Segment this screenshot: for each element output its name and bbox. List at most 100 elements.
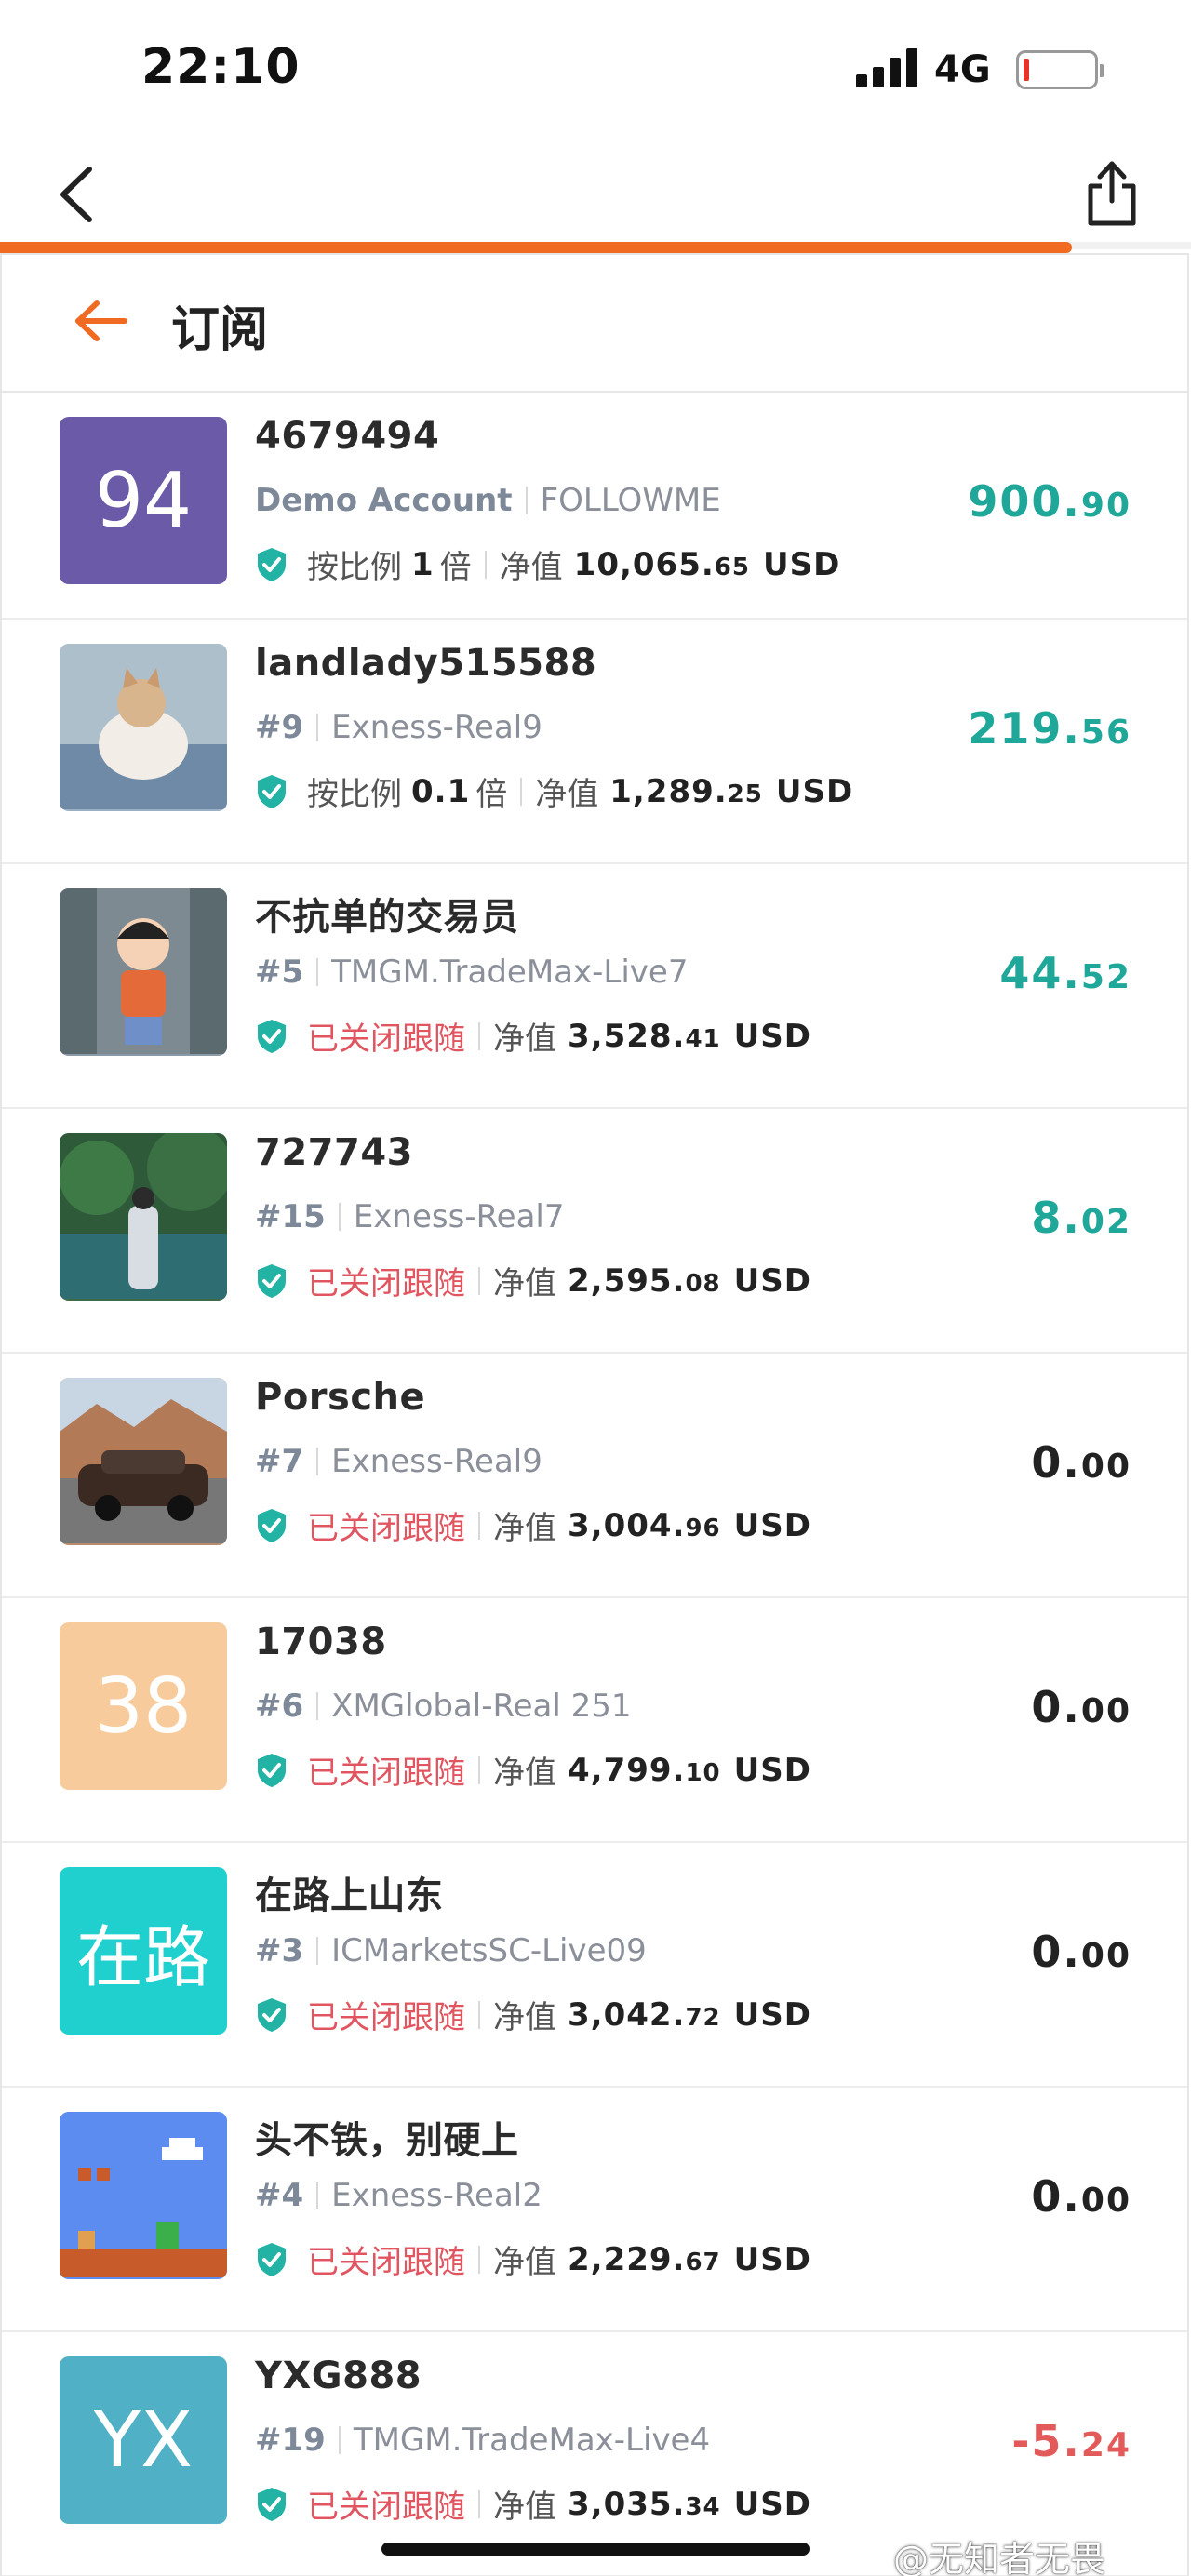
avatar[interactable] xyxy=(60,644,227,811)
subscription-row[interactable]: 头不铁，别硬上 #4 Exness-Real2 已关闭跟随 净值 2,229.67 USD 0… xyxy=(2,2088,1187,2332)
verified-shield-icon xyxy=(258,1997,286,2032)
follow-info: 已关闭跟随 净值 3,035.34 USD xyxy=(255,2481,811,2527)
page-load-progress xyxy=(0,242,1191,253)
follow-status: 已关闭跟随 xyxy=(307,1755,465,1792)
follow-status: 已关闭跟随 xyxy=(307,1021,465,1058)
network-type: 4G xyxy=(934,48,991,91)
avatar[interactable] xyxy=(60,888,227,1056)
equity-label: 净值 xyxy=(535,776,599,813)
subscription-row[interactable]: Porsche #7 Exness-Real9 已关闭跟随 净值 3,004.96 USD 0… xyxy=(2,1354,1187,1598)
trader-rank: #6 xyxy=(255,1688,304,1725)
avatar[interactable]: 38 xyxy=(60,1622,227,1790)
equity-currency: USD xyxy=(733,1261,811,1300)
trader-name: 4679494 xyxy=(255,415,440,458)
avatar[interactable] xyxy=(60,2112,227,2279)
follow-status: 已关闭跟随 xyxy=(307,1999,465,2036)
subscription-row[interactable]: 38 17038 #6 XMGlobal-Real 251 已关闭跟随 净值 4,799.1… xyxy=(2,1598,1187,1843)
avatar[interactable] xyxy=(60,1133,227,1301)
follow-info: 按比例 1 倍净值 10,065.65 USD xyxy=(255,541,840,587)
back-chevron-icon[interactable] xyxy=(52,162,108,227)
follow-info: 已关闭跟随 净值 4,799.10 USD xyxy=(255,1747,811,1793)
verified-shield-icon xyxy=(258,1508,286,1542)
cat-photo-icon xyxy=(60,644,227,811)
divider xyxy=(478,2000,480,2029)
profit-value: 900.90 xyxy=(968,476,1131,527)
follow-info: 已关闭跟随 净值 3,528.41 USD xyxy=(255,1013,811,1059)
subscription-list: 94 4679494 Demo Account FOLLOWME 按比例 1 倍净值 10,0… xyxy=(2,393,1187,2576)
subscription-row[interactable]: 94 4679494 Demo Account FOLLOWME 按比例 1 倍净值 10,0… xyxy=(2,393,1187,620)
broker-server: ICMarketsSC-Live09 xyxy=(331,1932,647,1969)
share-icon[interactable] xyxy=(1079,158,1144,229)
follow-status: 已关闭跟随 xyxy=(307,2489,465,2526)
avatar[interactable]: 94 xyxy=(60,417,227,584)
equity-label: 净值 xyxy=(493,1510,556,1547)
avatar-text: 在路 xyxy=(75,1917,210,1996)
follow-info: 按比例 0.1 倍净值 1,289.25 USD xyxy=(255,768,853,814)
trader-rank: #7 xyxy=(255,1443,304,1480)
divider xyxy=(478,1511,480,1540)
divider xyxy=(316,714,319,741)
divider xyxy=(478,2245,480,2274)
trader-rank: #5 xyxy=(255,954,304,991)
signal-icon xyxy=(856,47,921,87)
profit-value: -5.24 xyxy=(1011,2416,1131,2466)
equity-currency: USD xyxy=(733,1506,811,1544)
avatar[interactable] xyxy=(60,1378,227,1545)
subscription-row[interactable]: 727743 #15 Exness-Real7 已关闭跟随 净值 2,595.08 USD 8… xyxy=(2,1109,1187,1354)
equity-value: 3,042.72 xyxy=(568,1995,721,2034)
equity-label: 净值 xyxy=(499,549,563,586)
avatar-text: YX xyxy=(93,2396,194,2485)
equity-value: 10,065.65 xyxy=(573,545,750,583)
avatar[interactable]: 在路 xyxy=(60,1867,227,2035)
divider xyxy=(478,1755,480,1784)
broker-server: XMGlobal-Real 251 xyxy=(331,1688,632,1725)
verified-shield-icon xyxy=(258,1019,286,1053)
ratio-unit: 倍 xyxy=(439,549,472,586)
back-arrow-icon[interactable] xyxy=(73,298,128,344)
trader-name: 17038 xyxy=(255,1621,387,1663)
subscription-row[interactable]: 不抗单的交易员 #5 TMGM.TradeMax-Live7 已关闭跟随 净值 3,528… xyxy=(2,864,1187,1109)
trader-rank: #15 xyxy=(255,1198,326,1235)
divider xyxy=(316,1692,319,1720)
broker-server: Exness-Real2 xyxy=(331,2177,542,2214)
equity-currency: USD xyxy=(762,545,841,583)
subscription-row[interactable]: landlady515588 #9 Exness-Real9 按比例 0.1 倍净值 1,2… xyxy=(2,620,1187,864)
follow-ratio: 0.1 xyxy=(411,772,471,810)
account-info: #4 Exness-Real2 xyxy=(255,2177,542,2214)
car-photo-icon xyxy=(60,1378,227,1545)
equity-value: 1,289.25 xyxy=(609,772,763,810)
equity-label: 净值 xyxy=(493,1265,556,1302)
account-info: #15 Exness-Real7 xyxy=(255,1198,565,1235)
equity-currency: USD xyxy=(775,772,854,810)
equity-currency: USD xyxy=(733,2485,811,2523)
divider xyxy=(316,1448,319,1475)
avatar[interactable]: YX xyxy=(60,2356,227,2524)
subscription-row[interactable]: 在路 在路上山东 #3 ICMarketsSC-Live09 已关闭跟随 净值 3,042.… xyxy=(2,1843,1187,2088)
equity-currency: USD xyxy=(733,1751,811,1789)
verified-shield-icon xyxy=(258,1263,286,1298)
equity-value: 2,595.08 xyxy=(568,1261,721,1300)
follow-mode: 按比例 xyxy=(307,549,402,586)
home-indicator xyxy=(381,2543,810,2556)
lake-person-icon xyxy=(60,1133,227,1301)
account-info: #19 TMGM.TradeMax-Live4 xyxy=(255,2422,710,2459)
follow-status: 已关闭跟随 xyxy=(307,1265,465,1302)
page-load-progress-fill xyxy=(0,242,1072,253)
verified-shield-icon xyxy=(258,2242,286,2276)
divider xyxy=(338,1203,341,1231)
follow-info: 已关闭跟随 净值 3,042.72 USD xyxy=(255,1992,811,2037)
follow-ratio: 1 xyxy=(411,545,435,583)
cartoon-girl-icon xyxy=(60,888,227,1056)
equity-value: 3,528.41 xyxy=(568,1017,721,1055)
follow-status: 已关闭跟随 xyxy=(307,2244,465,2281)
status-bar: 22:10 4G xyxy=(0,0,1191,130)
profit-value: 0.00 xyxy=(1031,1437,1131,1488)
equity-value: 3,035.34 xyxy=(568,2485,721,2523)
equity-value: 2,229.67 xyxy=(568,2240,721,2278)
broker-server: TMGM.TradeMax-Live7 xyxy=(331,954,689,991)
divider xyxy=(478,1021,480,1050)
profit-value: 219.56 xyxy=(968,703,1131,754)
equity-currency: USD xyxy=(733,2240,811,2278)
equity-currency: USD xyxy=(733,1017,811,1055)
equity-label: 净值 xyxy=(493,1755,556,1792)
